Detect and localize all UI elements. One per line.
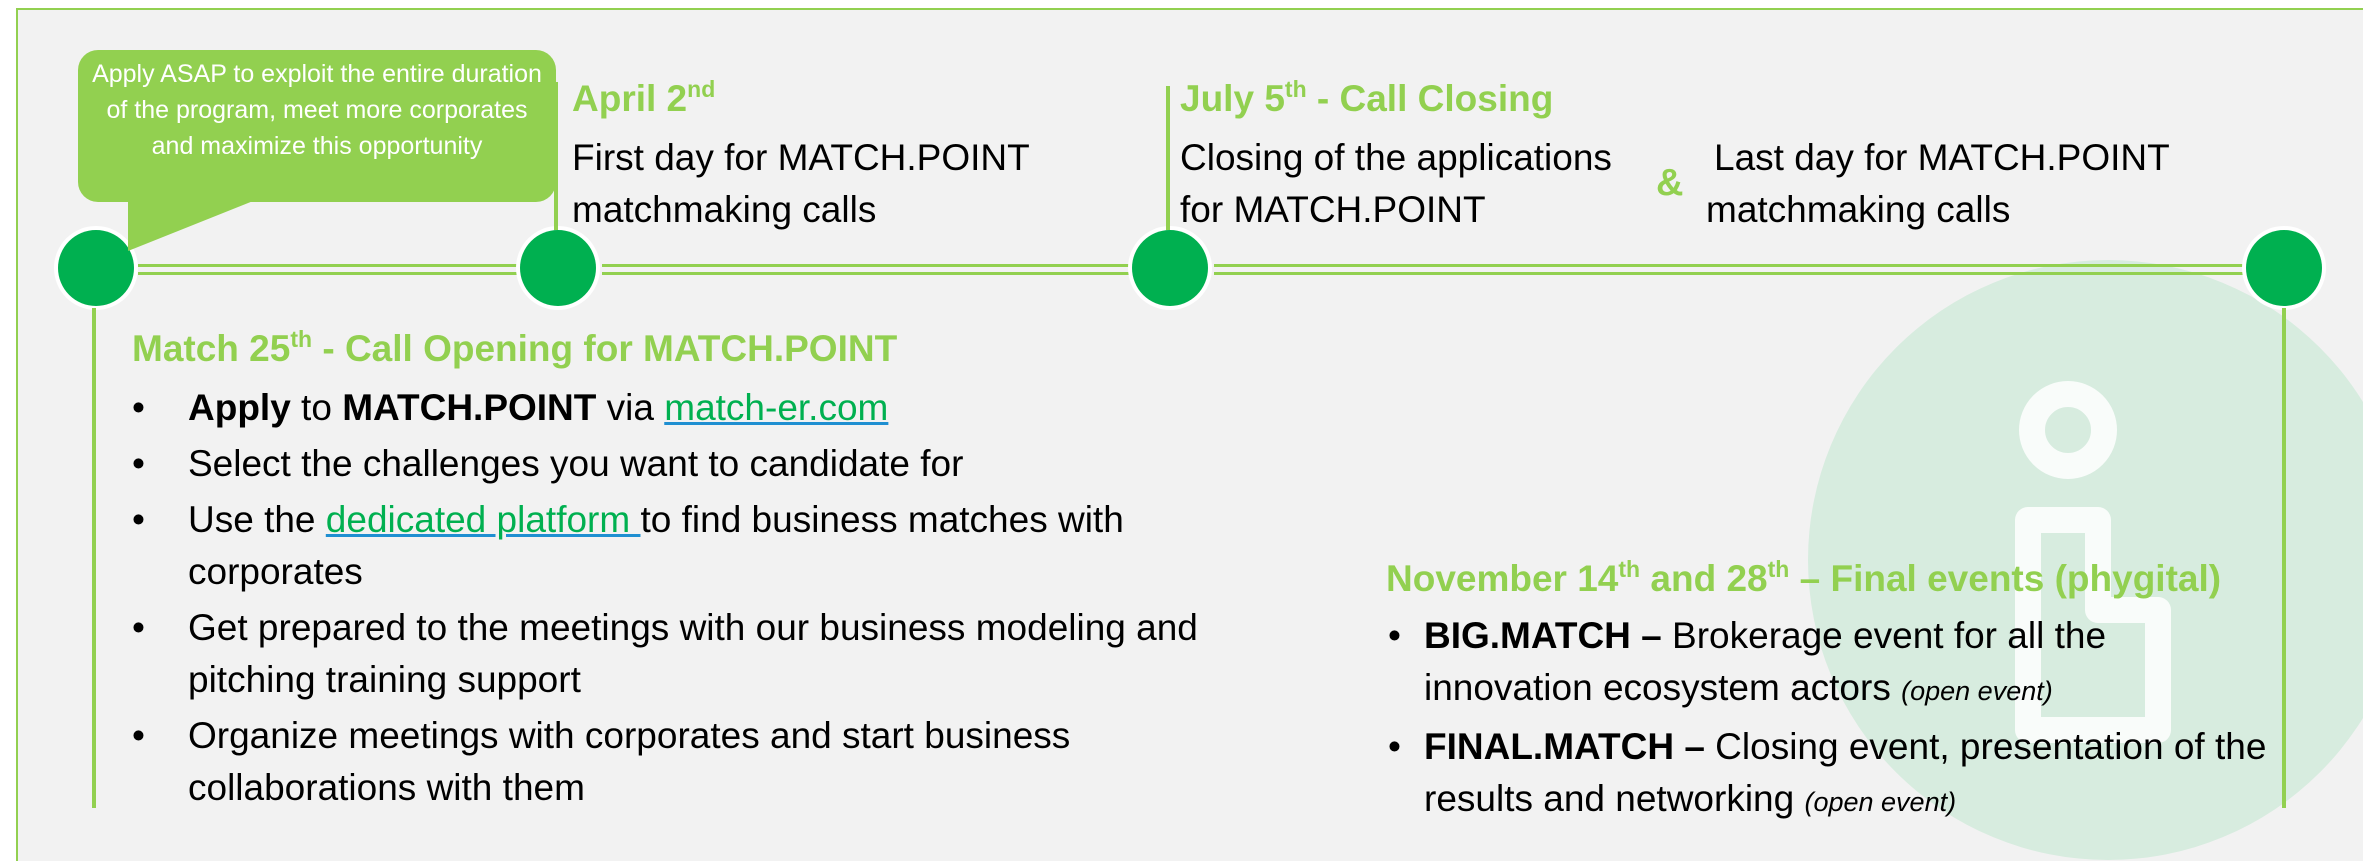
timeline-rail-2 xyxy=(602,264,1142,275)
april-title: April 2nd xyxy=(572,76,716,120)
list-item: Apply to MATCH.POINT via match-er.com xyxy=(130,382,1290,434)
list-item: Use the dedicated platform to find busin… xyxy=(130,494,1290,598)
march-title: Match 25th - Call Opening for MATCH.POIN… xyxy=(132,326,898,370)
dedicated-platform-link[interactable]: dedicated platform xyxy=(326,499,641,540)
timeline-node-july xyxy=(1132,230,1208,306)
april-description: First day for MATCH.POINT matchmaking ca… xyxy=(572,137,1030,230)
july-title: July 5th - Call Closing xyxy=(1180,76,1554,120)
march-bullet-list: Apply to MATCH.POINT via match-er.com Se… xyxy=(130,382,1290,818)
july-description-2: Last day for MATCH.POINT matchmaking cal… xyxy=(1706,137,2170,230)
connector-march xyxy=(92,308,96,808)
match-er-link[interactable]: match-er.com xyxy=(664,387,888,428)
list-item: Select the challenges you want to candid… xyxy=(130,438,1290,490)
timeline-rail-3 xyxy=(1214,264,2254,275)
july-description: Closing of the applications for MATCH.PO… xyxy=(1180,137,1612,230)
july-ampersand: & xyxy=(1656,162,1684,204)
callout-text: Apply ASAP to exploit the entire duratio… xyxy=(92,60,542,160)
connector-july xyxy=(1166,86,1170,230)
timeline-node-april xyxy=(520,230,596,306)
list-item: BIG.MATCH – Brokerage event for all the … xyxy=(1388,610,2268,717)
list-item: Organize meetings with corporates and st… xyxy=(130,710,1290,814)
connector-november xyxy=(2282,308,2286,808)
timeline-rail-1 xyxy=(138,264,528,275)
november-title: November 14th and 28th – Final events (p… xyxy=(1386,556,2222,600)
list-item: FINAL.MATCH – Closing event, presentatio… xyxy=(1388,721,2268,828)
callout-bubble: Apply ASAP to exploit the entire duratio… xyxy=(78,50,556,202)
timeline-panel: Apply ASAP to exploit the entire duratio… xyxy=(16,8,2363,861)
timeline-node-march xyxy=(58,230,134,306)
callout-tail xyxy=(128,195,268,251)
november-bullet-list: BIG.MATCH – Brokerage event for all the … xyxy=(1388,610,2268,832)
list-item: Get prepared to the meetings with our bu… xyxy=(130,602,1290,706)
timeline-node-november xyxy=(2246,230,2322,306)
